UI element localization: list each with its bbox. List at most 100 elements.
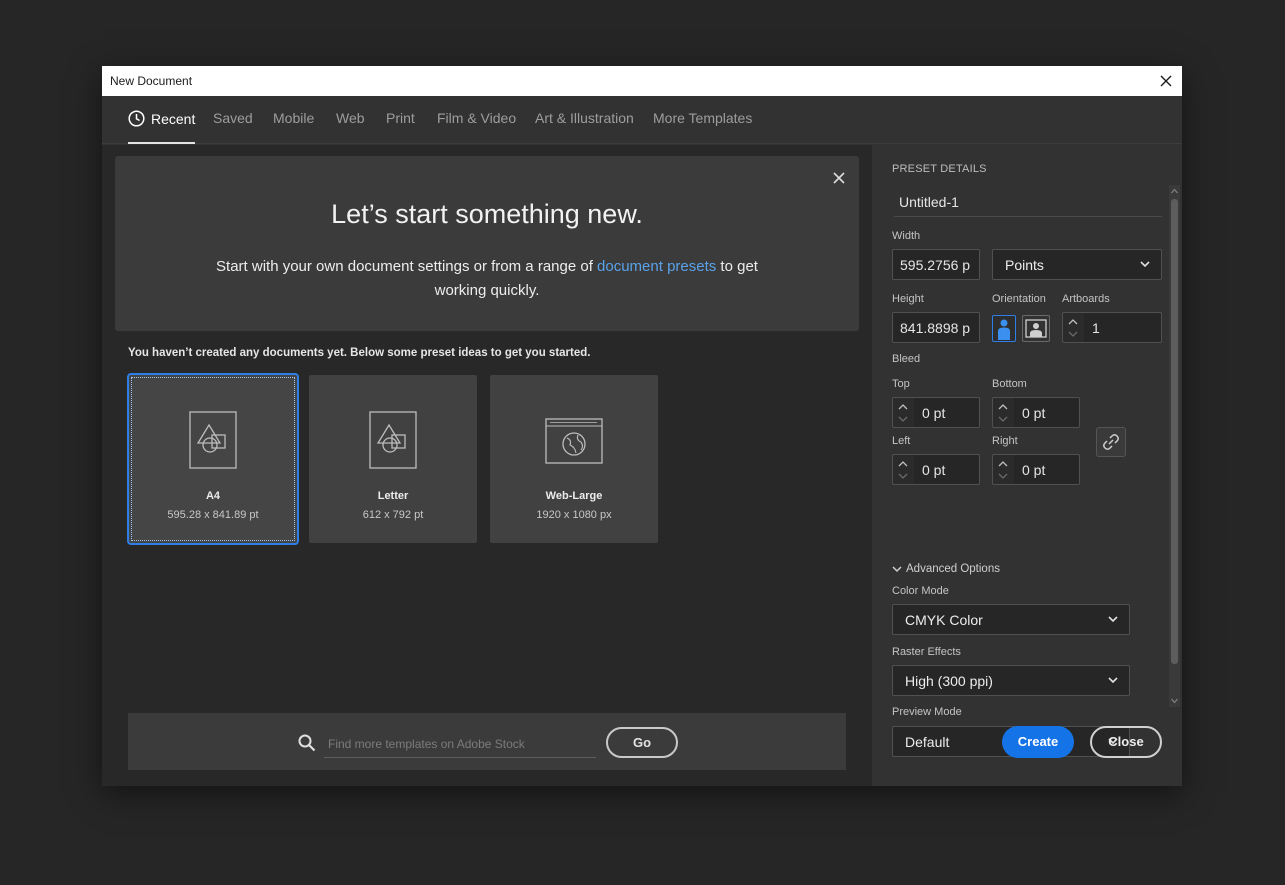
stock-search-input[interactable] bbox=[324, 730, 596, 758]
document-presets-link[interactable]: document presets bbox=[597, 258, 716, 275]
create-button[interactable]: Create bbox=[1002, 726, 1074, 758]
color-mode-value: CMYK Color bbox=[905, 612, 983, 628]
tab-print[interactable]: Print bbox=[386, 110, 415, 126]
scroll-down-icon bbox=[1171, 698, 1178, 704]
raster-effects-value: High (300 ppi) bbox=[905, 673, 993, 689]
landscape-icon bbox=[1025, 319, 1047, 338]
go-button[interactable]: Go bbox=[606, 727, 678, 758]
advanced-options-toggle[interactable]: Advanced Options bbox=[892, 563, 1000, 575]
preset-size: 612 x 792 pt bbox=[362, 509, 424, 521]
preset-details-header: PRESET DETAILS bbox=[892, 163, 987, 175]
preset-size: 595.28 x 841.89 pt bbox=[167, 509, 259, 521]
width-field[interactable]: 595.2756 p bbox=[892, 249, 980, 280]
page-shapes-icon bbox=[189, 411, 237, 469]
width-label: Width bbox=[892, 230, 921, 242]
dismiss-banner-icon[interactable] bbox=[831, 170, 847, 186]
tab-label: Recent bbox=[151, 111, 196, 127]
scrollbar-thumb[interactable] bbox=[1171, 199, 1178, 664]
raster-effects-label: Raster Effects bbox=[892, 646, 961, 658]
increment-icon bbox=[898, 404, 908, 410]
page-shapes-icon bbox=[369, 411, 417, 469]
portrait-orientation-button[interactable] bbox=[992, 315, 1016, 342]
artboards-stepper[interactable] bbox=[1062, 312, 1084, 343]
bleed-bottom-field[interactable]: 0 pt bbox=[1014, 397, 1080, 428]
raster-effects-select[interactable]: High (300 ppi) bbox=[892, 665, 1130, 696]
presets-pane: Let’s start something new. Start with yo… bbox=[102, 145, 872, 786]
color-mode-label: Color Mode bbox=[892, 585, 949, 597]
landscape-orientation-button[interactable] bbox=[1022, 315, 1050, 342]
tab-art-illustration[interactable]: Art & Illustration bbox=[535, 110, 634, 126]
bleed-label: Bleed bbox=[892, 353, 921, 365]
tab-mobile[interactable]: Mobile bbox=[273, 110, 314, 126]
preset-card-letter[interactable]: Letter 612 x 792 pt bbox=[309, 375, 477, 543]
preset-name: Web-Large bbox=[545, 490, 603, 502]
portrait-icon bbox=[998, 319, 1010, 340]
scroll-up-icon bbox=[1171, 188, 1178, 194]
tab-recent[interactable]: Recent bbox=[128, 110, 196, 144]
decrement-icon bbox=[898, 473, 908, 479]
increment-icon bbox=[998, 404, 1008, 410]
preset-card-a4[interactable]: A4 595.28 x 841.89 pt bbox=[127, 373, 299, 545]
color-mode-select[interactable]: CMYK Color bbox=[892, 604, 1130, 635]
bleed-right-stepper[interactable] bbox=[992, 454, 1014, 485]
bleed-bottom-stepper[interactable] bbox=[992, 397, 1014, 428]
close-icon[interactable] bbox=[1158, 73, 1174, 89]
units-select[interactable]: Points bbox=[992, 249, 1162, 280]
preview-mode-value: Default bbox=[905, 734, 950, 750]
tab-web[interactable]: Web bbox=[336, 110, 365, 126]
preview-mode-label: Preview Mode bbox=[892, 706, 962, 718]
decrement-icon bbox=[998, 416, 1008, 422]
tab-saved[interactable]: Saved bbox=[213, 110, 253, 126]
decrement-icon bbox=[998, 473, 1008, 479]
web-globe-icon bbox=[545, 418, 603, 464]
artboards-label: Artboards bbox=[1062, 293, 1110, 305]
chevron-down-icon bbox=[1108, 616, 1118, 623]
advanced-options-label: Advanced Options bbox=[906, 563, 1000, 575]
close-button[interactable]: Close bbox=[1090, 726, 1162, 758]
increment-icon bbox=[898, 461, 908, 467]
preset-size: 1920 x 1080 px bbox=[536, 509, 612, 521]
tab-film-video[interactable]: Film & Video bbox=[437, 110, 516, 126]
height-field[interactable]: 841.8898 p bbox=[892, 312, 980, 343]
title-bar: New Document bbox=[102, 66, 1182, 96]
stock-search-bar: Go bbox=[128, 713, 846, 770]
height-label: Height bbox=[892, 293, 924, 305]
bleed-top-stepper[interactable] bbox=[892, 397, 914, 428]
new-document-dialog: New Document Recent Saved Mobile Web Pri… bbox=[102, 66, 1182, 786]
decrement-icon bbox=[1068, 331, 1078, 337]
preset-name: A4 bbox=[205, 490, 221, 502]
bleed-right-label: Right bbox=[992, 435, 1018, 447]
bleed-bottom-label: Bottom bbox=[992, 378, 1027, 390]
bleed-top-field[interactable]: 0 pt bbox=[914, 397, 980, 428]
artboards-field[interactable]: 1 bbox=[1084, 312, 1162, 343]
bleed-left-field[interactable]: 0 pt bbox=[914, 454, 980, 485]
bleed-top-label: Top bbox=[892, 378, 910, 390]
preset-details-pane: PRESET DETAILS Untitled-1 Width 595.2756… bbox=[872, 145, 1182, 786]
units-value: Points bbox=[1005, 257, 1044, 273]
decrement-icon bbox=[898, 416, 908, 422]
clock-icon bbox=[128, 110, 145, 127]
bleed-left-stepper[interactable] bbox=[892, 454, 914, 485]
banner-title: Let’s start something new. bbox=[331, 199, 643, 229]
banner-text: Start with your own document settings or… bbox=[207, 255, 767, 303]
preset-card-web-large[interactable]: Web-Large 1920 x 1080 px bbox=[490, 375, 658, 543]
tab-more-templates[interactable]: More Templates bbox=[653, 110, 752, 126]
bleed-right-field[interactable]: 0 pt bbox=[1014, 454, 1080, 485]
link-bleed-button[interactable] bbox=[1096, 427, 1126, 457]
window-title: New Document bbox=[110, 74, 193, 88]
category-tabs: Recent Saved Mobile Web Print Film & Vid… bbox=[102, 96, 1182, 144]
document-name-field[interactable]: Untitled-1 bbox=[894, 187, 1162, 217]
increment-icon bbox=[1068, 319, 1078, 325]
search-icon bbox=[298, 734, 316, 752]
bleed-left-label: Left bbox=[892, 435, 911, 447]
orientation-label: Orientation bbox=[992, 293, 1046, 305]
increment-icon bbox=[998, 461, 1008, 467]
chevron-down-icon bbox=[1140, 261, 1150, 268]
banner-text-start: Start with your own document settings or… bbox=[216, 258, 598, 275]
details-scrollbar[interactable] bbox=[1169, 185, 1180, 707]
link-icon bbox=[1103, 434, 1119, 450]
welcome-banner: Let’s start something new. Start with yo… bbox=[115, 156, 859, 331]
empty-recent-hint: You haven’t created any documents yet. B… bbox=[128, 347, 591, 359]
chevron-down-icon bbox=[1108, 677, 1118, 684]
chevron-down-icon bbox=[892, 566, 902, 573]
